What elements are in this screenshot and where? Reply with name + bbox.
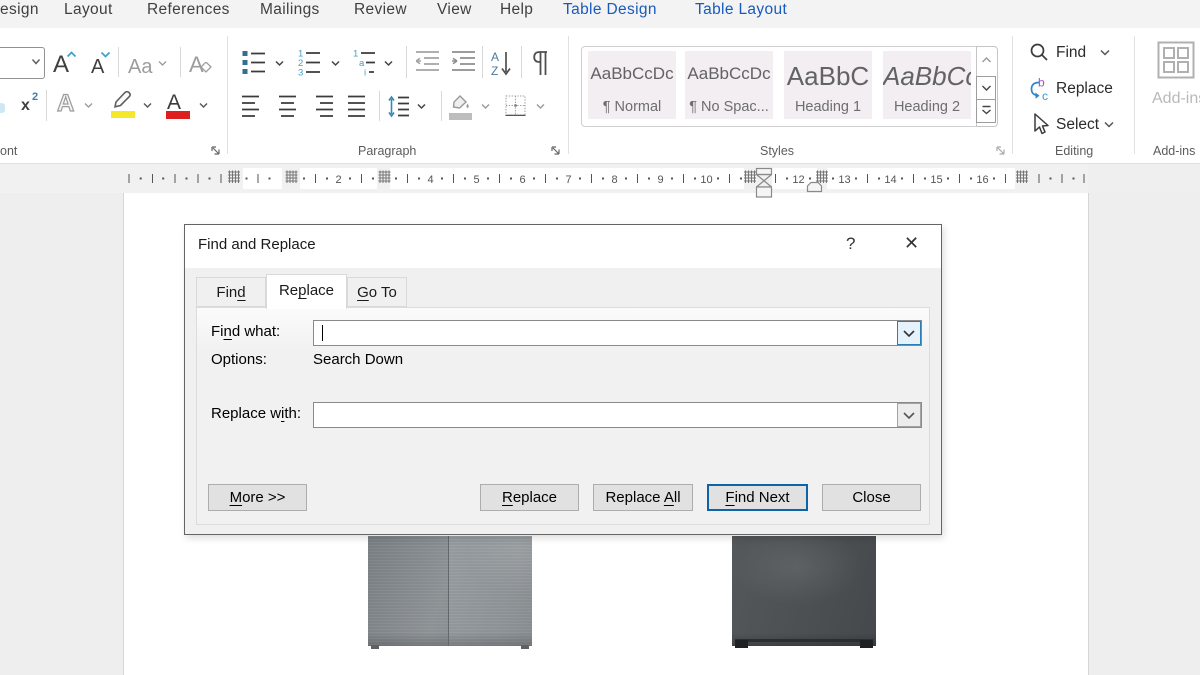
svg-text:7: 7 xyxy=(565,174,571,186)
svg-text:6: 6 xyxy=(519,174,525,186)
svg-text:Z: Z xyxy=(491,64,498,77)
svg-text:4: 4 xyxy=(427,174,433,186)
svg-text:12: 12 xyxy=(792,174,804,186)
svg-text:i: i xyxy=(364,68,366,77)
svg-text:1: 1 xyxy=(353,49,358,60)
svg-text:A: A xyxy=(491,50,499,64)
svg-text:16: 16 xyxy=(976,174,988,186)
svg-text:8: 8 xyxy=(611,174,617,186)
svg-text:14: 14 xyxy=(884,174,896,186)
svg-text:15: 15 xyxy=(930,174,942,186)
svg-text:3: 3 xyxy=(298,68,303,77)
svg-text:2: 2 xyxy=(335,174,341,186)
svg-text:b: b xyxy=(1038,77,1045,90)
svg-text:9: 9 xyxy=(657,174,663,186)
svg-text:c: c xyxy=(1042,89,1048,103)
svg-text:5: 5 xyxy=(473,174,479,186)
svg-text:13: 13 xyxy=(838,174,850,186)
svg-text:10: 10 xyxy=(700,174,712,186)
